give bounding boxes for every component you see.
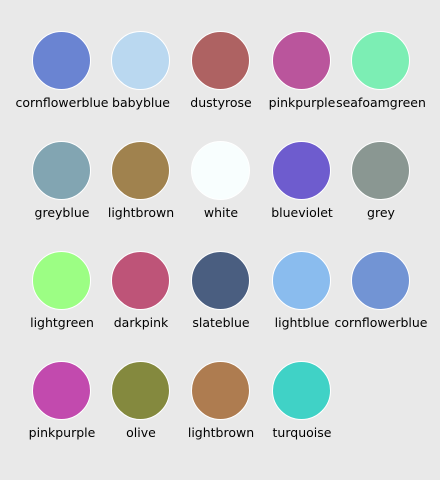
swatch-pinkpurple-2: pinkpurple [22, 361, 102, 471]
swatch-label: turquoise [272, 425, 332, 440]
swatch-olive: olive [101, 361, 181, 471]
swatch-cornflowerblue: cornflowerblue [16, 31, 108, 141]
color-circle [272, 361, 331, 420]
color-circle [191, 361, 250, 420]
color-circle [272, 251, 331, 310]
swatch-white: white [181, 141, 261, 251]
color-circle [111, 361, 170, 420]
color-circle [32, 361, 91, 420]
color-circle [272, 141, 331, 200]
color-circle [351, 251, 410, 310]
color-circle [32, 251, 91, 310]
swatch-darkpink: darkpink [101, 251, 181, 361]
color-circle [111, 251, 170, 310]
swatch-label: cornflowerblue [334, 315, 428, 330]
color-circle [111, 141, 170, 200]
swatch-lightgreen: lightgreen [22, 251, 102, 361]
color-circle [191, 31, 250, 90]
color-circle [272, 31, 331, 90]
swatch-blueviolet: blueviolet [262, 141, 342, 251]
swatch-lightbrown: lightbrown [101, 141, 181, 251]
swatch-label: seafoamgreen [336, 95, 426, 110]
swatch-cornflowerblue-2: cornflowerblue [335, 251, 427, 361]
swatch-lightblue: lightblue [262, 251, 342, 361]
color-circle [351, 141, 410, 200]
swatch-slateblue: slateblue [181, 251, 261, 361]
color-circle [191, 141, 250, 200]
swatch-greyblue: greyblue [22, 141, 102, 251]
swatch-seafoamgreen: seafoamgreen [336, 31, 426, 141]
swatch-babyblue: babyblue [101, 31, 181, 141]
swatch-label: grey [367, 205, 395, 220]
swatch-turquoise: turquoise [262, 361, 342, 471]
color-circle [191, 251, 250, 310]
color-circle [32, 31, 91, 90]
swatch-pinkpurple: pinkpurple [262, 31, 342, 141]
swatch-grey: grey [341, 141, 421, 251]
color-swatch-grid: cornflowerblue babyblue dustyrose pinkpu… [0, 0, 440, 480]
color-circle [111, 31, 170, 90]
color-circle [32, 141, 91, 200]
color-circle [351, 31, 410, 90]
swatch-dustyrose: dustyrose [181, 31, 261, 141]
swatch-lightbrown-2: lightbrown [181, 361, 261, 471]
